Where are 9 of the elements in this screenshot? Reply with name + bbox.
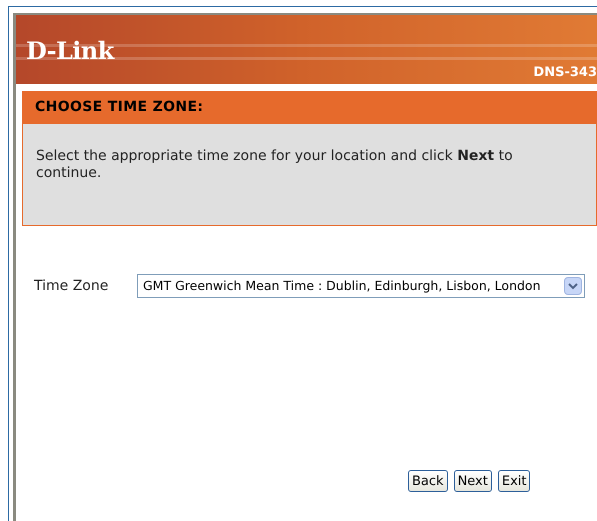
logo: D-Link: [26, 35, 114, 67]
model-name: DNS-343: [533, 66, 597, 79]
wizard-button[interactable]: Exit: [498, 470, 530, 492]
wizard-button[interactable]: Next: [454, 470, 492, 492]
time-zone-dropdown[interactable]: GMT Greenwich Mean Time : Dublin, Edinburgh, Lisbon, London: [137, 274, 585, 298]
time-zone-label: Time Zone: [34, 276, 110, 296]
instruction-text: Select the appropriate time zone for your location and click Next to continue.: [36, 148, 514, 182]
section-title: CHOOSE TIME ZONE:: [22, 91, 597, 124]
wizard-button[interactable]: Back: [408, 470, 448, 492]
